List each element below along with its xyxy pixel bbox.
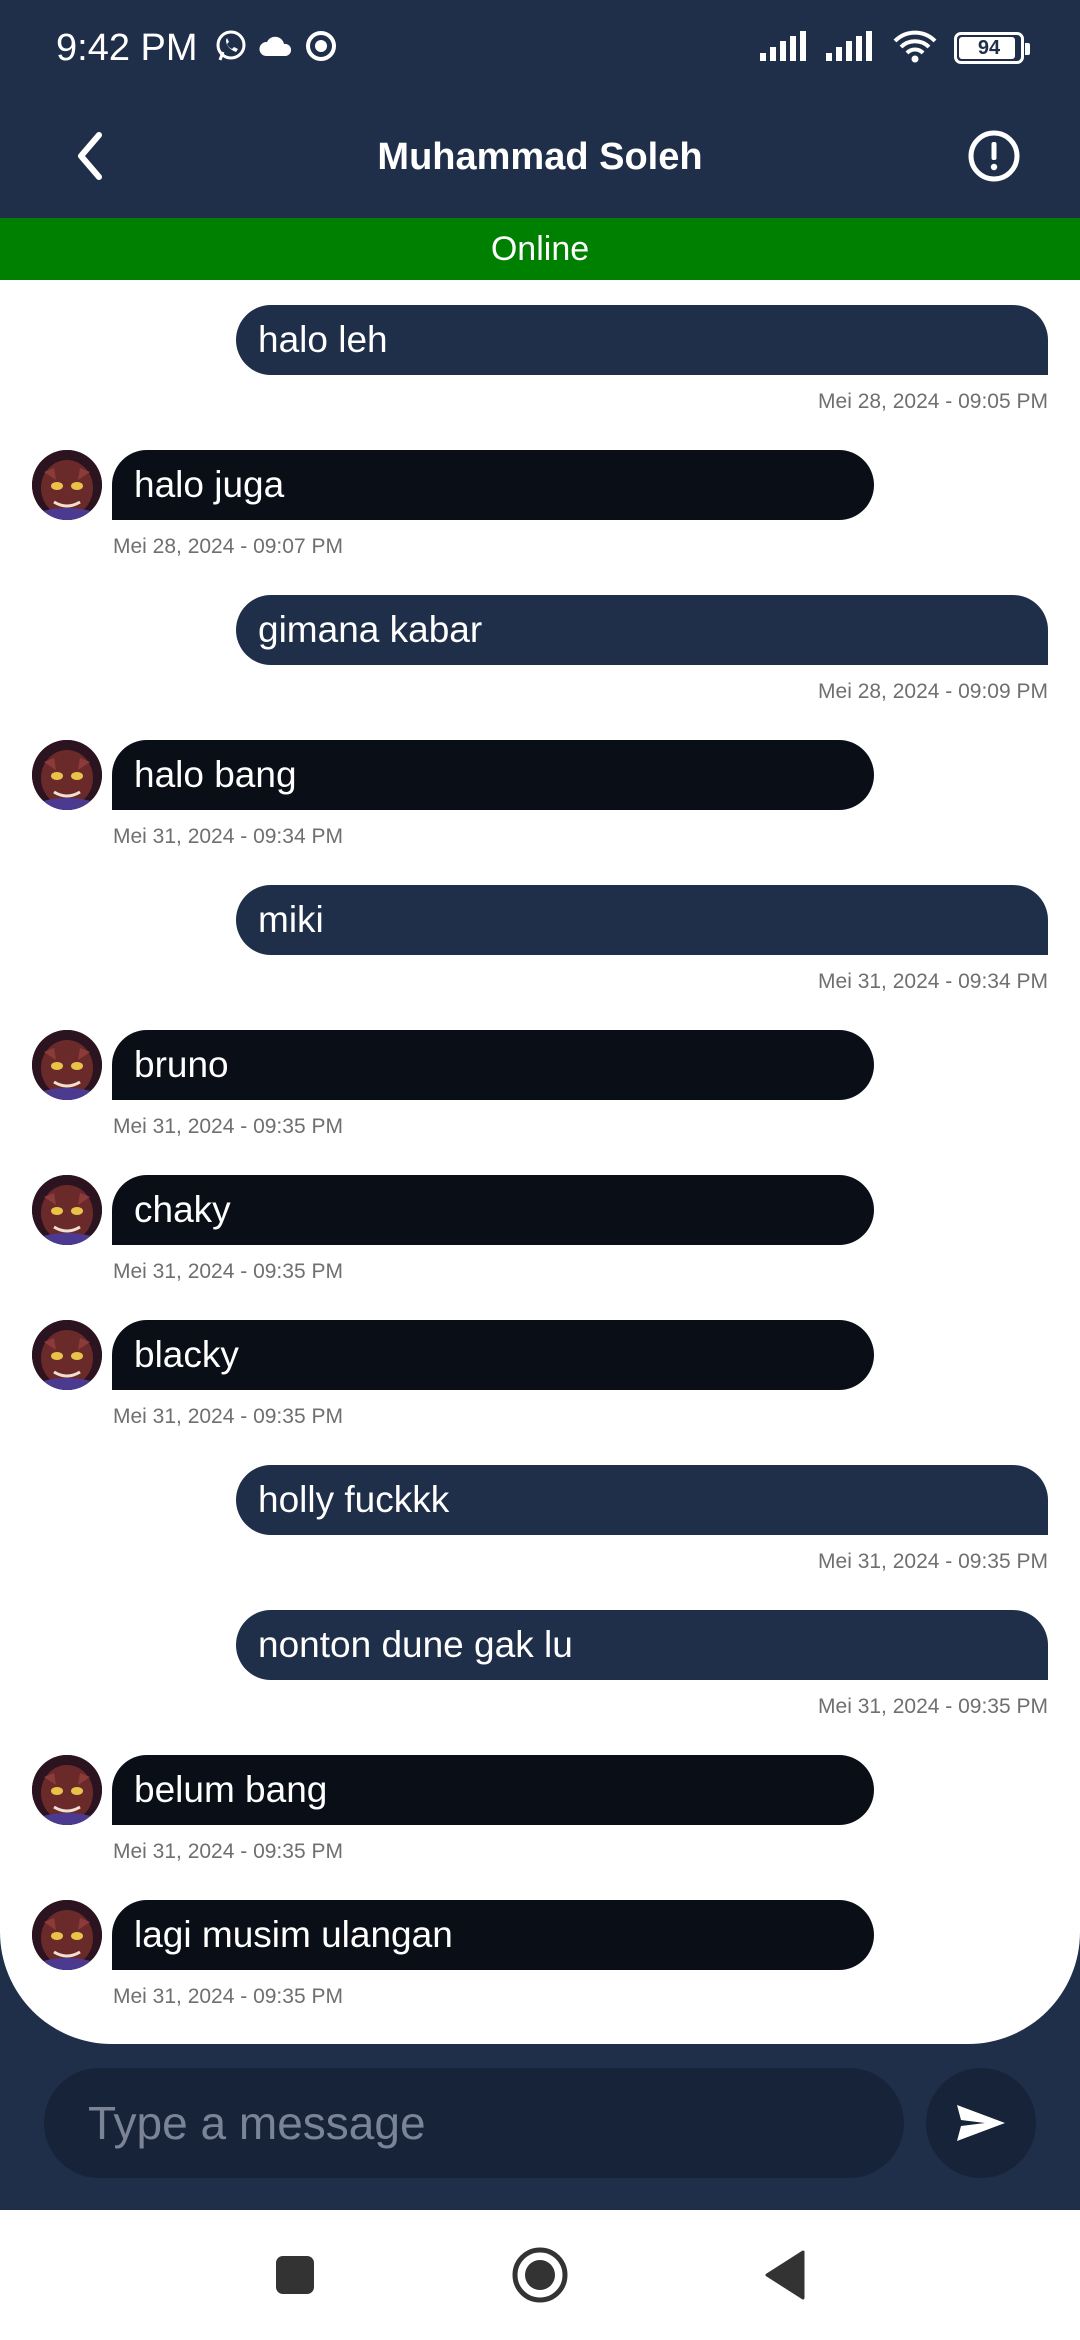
back-button[interactable] [58, 124, 122, 188]
avatar[interactable] [32, 740, 102, 810]
message-text: holly fuckkk [258, 1479, 450, 1520]
message-text: belum bang [134, 1769, 328, 1810]
message-bubble[interactable]: gimana kabar [236, 595, 1048, 665]
system-nav-bar [0, 2210, 1080, 2340]
message-bubble[interactable]: lagi musim ulangan [112, 1900, 874, 1970]
online-status-bar: Online [0, 218, 1080, 280]
incoming-message: chaky Mei 31, 2024 - 09:35 PM [0, 1150, 1080, 1295]
incoming-message: blacky Mei 31, 2024 - 09:35 PM [0, 1295, 1080, 1440]
message-text: blacky [134, 1334, 239, 1375]
message-bubble[interactable]: miki [236, 885, 1048, 955]
avatar[interactable] [32, 1320, 102, 1390]
outgoing-message: gimana kabar Mei 28, 2024 - 09:09 PM [0, 570, 1080, 715]
location-target-icon [304, 29, 338, 68]
message-input[interactable] [88, 2096, 904, 2150]
message-text: nonton dune gak lu [258, 1624, 573, 1665]
message-bubble[interactable]: nonton dune gak lu [236, 1610, 1048, 1680]
triangle-back-icon [765, 2250, 805, 2300]
outgoing-message: holly fuckkk Mei 31, 2024 - 09:35 PM [0, 1440, 1080, 1585]
avatar[interactable] [32, 1755, 102, 1825]
message-text: bruno [134, 1044, 229, 1085]
message-timestamp: Mei 31, 2024 - 09:35 PM [113, 1405, 343, 1428]
message-timestamp: Mei 31, 2024 - 09:35 PM [113, 1115, 343, 1138]
message-list[interactable]: halo leh Mei 28, 2024 - 09:05 PM halo juga… [0, 280, 1080, 2044]
message-input-container [44, 2068, 904, 2178]
message-timestamp: Mei 31, 2024 - 09:35 PM [113, 1260, 343, 1283]
message-bubble[interactable]: holly fuckkk [236, 1465, 1048, 1535]
battery-level: 94 [977, 36, 1001, 59]
incoming-message: halo bang Mei 31, 2024 - 09:34 PM [0, 715, 1080, 860]
incoming-message: belum bang Mei 31, 2024 - 09:35 PM [0, 1730, 1080, 1875]
nav-back-button[interactable] [750, 2240, 820, 2310]
avatar[interactable] [32, 1900, 102, 1970]
signal-icon [760, 30, 810, 66]
message-timestamp: Mei 28, 2024 - 09:07 PM [113, 535, 343, 558]
send-button[interactable] [926, 2068, 1036, 2178]
contact-name: Muhammad Soleh [377, 135, 703, 178]
status-time: 9:42 PM [56, 26, 198, 69]
message-text: halo bang [134, 754, 297, 795]
chevron-left-icon [78, 132, 102, 180]
outgoing-message: nonton dune gak lu Mei 31, 2024 - 09:35 P… [0, 1585, 1080, 1730]
message-text: halo juga [134, 464, 285, 505]
message-text: halo leh [258, 319, 388, 360]
status-left: 9:42 PM [56, 27, 338, 70]
avatar[interactable] [32, 1175, 102, 1245]
circle-icon [512, 2247, 568, 2303]
signal-icon-2 [826, 30, 876, 66]
message-bubble[interactable]: bruno [112, 1030, 874, 1100]
message-timestamp: Mei 31, 2024 - 09:34 PM [113, 825, 343, 848]
message-timestamp: Mei 31, 2024 - 09:35 PM [113, 1840, 343, 1863]
message-text: lagi musim ulangan [134, 1914, 453, 1955]
status-bar: 9:42 PM 94 [0, 0, 1080, 96]
nav-recents-button[interactable] [260, 2240, 330, 2310]
send-icon [957, 2105, 1005, 2141]
incoming-message: lagi musim ulangan Mei 31, 2024 - 09:35 P… [0, 1875, 1080, 2020]
message-timestamp: Mei 31, 2024 - 09:35 PM [818, 1550, 1048, 1573]
message-timestamp: Mei 28, 2024 - 09:05 PM [818, 390, 1048, 413]
square-icon [276, 2256, 314, 2294]
message-timestamp: Mei 28, 2024 - 09:09 PM [818, 680, 1048, 703]
message-bubble[interactable]: halo bang [112, 740, 874, 810]
whatsapp-icon [214, 29, 248, 68]
status-right: 94 [760, 29, 1030, 68]
avatar[interactable] [32, 1030, 102, 1100]
message-bubble[interactable]: halo leh [236, 305, 1048, 375]
app-bar: Muhammad Soleh [0, 96, 1080, 218]
message-bubble[interactable]: blacky [112, 1320, 874, 1390]
message-text: chaky [134, 1189, 231, 1230]
online-status-label: Online [490, 229, 590, 268]
message-timestamp: Mei 31, 2024 - 09:35 PM [113, 1985, 343, 2008]
outgoing-message: halo leh Mei 28, 2024 - 09:05 PM [0, 280, 1080, 425]
message-bubble[interactable]: halo juga [112, 450, 874, 520]
outgoing-message: miki Mei 31, 2024 - 09:34 PM [0, 860, 1080, 1005]
avatar[interactable] [32, 450, 102, 520]
nav-home-button[interactable] [505, 2240, 575, 2310]
incoming-message: halo juga Mei 28, 2024 - 09:07 PM [0, 425, 1080, 570]
message-bubble[interactable]: belum bang [112, 1755, 874, 1825]
alert-circle-icon [968, 130, 1020, 182]
chat-screen: 9:42 PM 94 Muhammad Soleh Online halo le… [0, 0, 1080, 2340]
message-bubble[interactable]: chaky [112, 1175, 874, 1245]
cloud-icon [258, 32, 294, 65]
incoming-message: bruno Mei 31, 2024 - 09:35 PM [0, 1005, 1080, 1150]
battery-icon: 94 [954, 32, 1030, 64]
message-text: miki [258, 899, 324, 940]
message-text: gimana kabar [258, 609, 483, 650]
wifi-icon [892, 29, 938, 68]
message-timestamp: Mei 31, 2024 - 09:35 PM [818, 1695, 1048, 1718]
message-timestamp: Mei 31, 2024 - 09:34 PM [818, 970, 1048, 993]
report-button[interactable] [962, 124, 1026, 188]
